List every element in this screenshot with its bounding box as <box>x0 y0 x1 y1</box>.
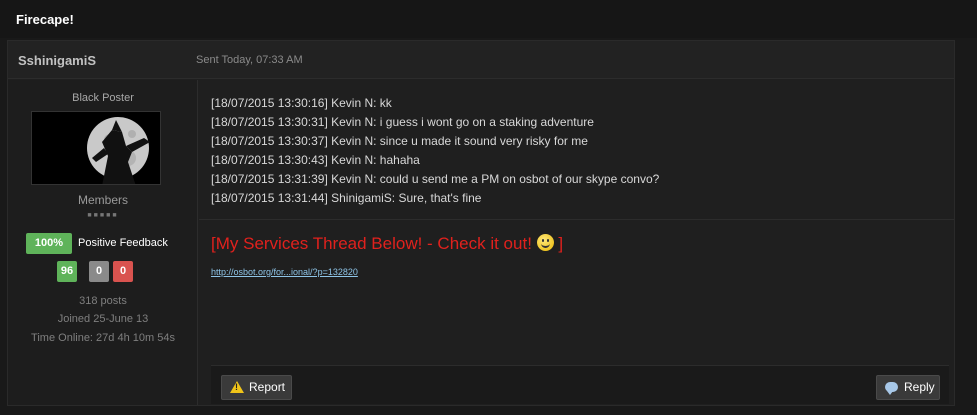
signature-title-text: [My Services Thread Below! - Check it ou… <box>211 234 537 253</box>
reply-button[interactable]: Reply <box>876 375 940 400</box>
negative-rating-badge[interactable]: 0 <box>113 261 133 282</box>
neutral-rating-badge[interactable]: 0 <box>89 261 109 282</box>
avatar-image <box>32 112 160 184</box>
chat-log-line: [18/07/2015 13:30:16] Kevin N: kk <box>211 96 392 110</box>
chat-log: [18/07/2015 13:30:16] Kevin N: kk [18/07… <box>211 94 659 208</box>
report-button[interactable]: Report <box>221 375 292 400</box>
author-name-link[interactable]: SshinigamiS <box>18 53 96 68</box>
report-button-label: Report <box>249 380 286 394</box>
chat-log-line: [18/07/2015 13:30:37] Kevin N: since u m… <box>211 134 588 148</box>
feedback-percent-badge[interactable]: 100% <box>26 233 72 254</box>
post-content: [18/07/2015 13:30:16] Kevin N: kk [18/07… <box>199 80 954 405</box>
rank-title: Black Poster <box>72 92 134 104</box>
positive-rating-badge[interactable]: 96 <box>57 261 77 282</box>
member-group: Members <box>77 193 128 207</box>
signature-title-close: ] <box>553 234 564 253</box>
feedback-label: Positive Feedback <box>78 237 168 249</box>
chat-log-line: [18/07/2015 13:31:44] ShinigamiS: Sure, … <box>211 191 482 205</box>
chat-log-line: [18/07/2015 13:30:31] Kevin N: i guess i… <box>211 115 594 129</box>
rank-pips: ■■■■■ <box>87 212 119 219</box>
time-online: Time Online: 27d 4h 10m 54s <box>31 332 175 344</box>
chat-log-line: [18/07/2015 13:31:39] Kevin N: could u s… <box>211 172 660 186</box>
signature-divider <box>199 219 954 220</box>
post-count: 318 posts <box>79 295 127 307</box>
forum-post: SshinigamiS Sent Today, 07:33 AM Black P… <box>7 40 955 406</box>
topic-title: Firecape! <box>16 12 74 27</box>
topic-header: Firecape! <box>0 0 977 38</box>
signature-link[interactable]: http://osbot.org/for...ional/?p=132820 <box>211 267 358 277</box>
avatar[interactable] <box>31 111 161 185</box>
join-date: Joined 25-June 13 <box>57 313 149 325</box>
chat-log-line: [18/07/2015 13:30:43] Kevin N: hahaha <box>211 153 420 167</box>
post-actions-bar: Report Reply <box>211 365 949 404</box>
post-header: SshinigamiS Sent Today, 07:33 AM <box>8 41 954 79</box>
post-date: Sent Today, 07:33 AM <box>196 54 303 66</box>
smiley-icon <box>536 234 554 251</box>
reply-button-label: Reply <box>904 380 935 394</box>
signature-title: [My Services Thread Below! - Check it ou… <box>211 234 563 254</box>
author-sidebar: Black Poster Members ■■■■■ 100% Positive… <box>8 80 198 405</box>
warning-icon <box>230 381 244 393</box>
speech-bubble-icon <box>885 382 898 395</box>
